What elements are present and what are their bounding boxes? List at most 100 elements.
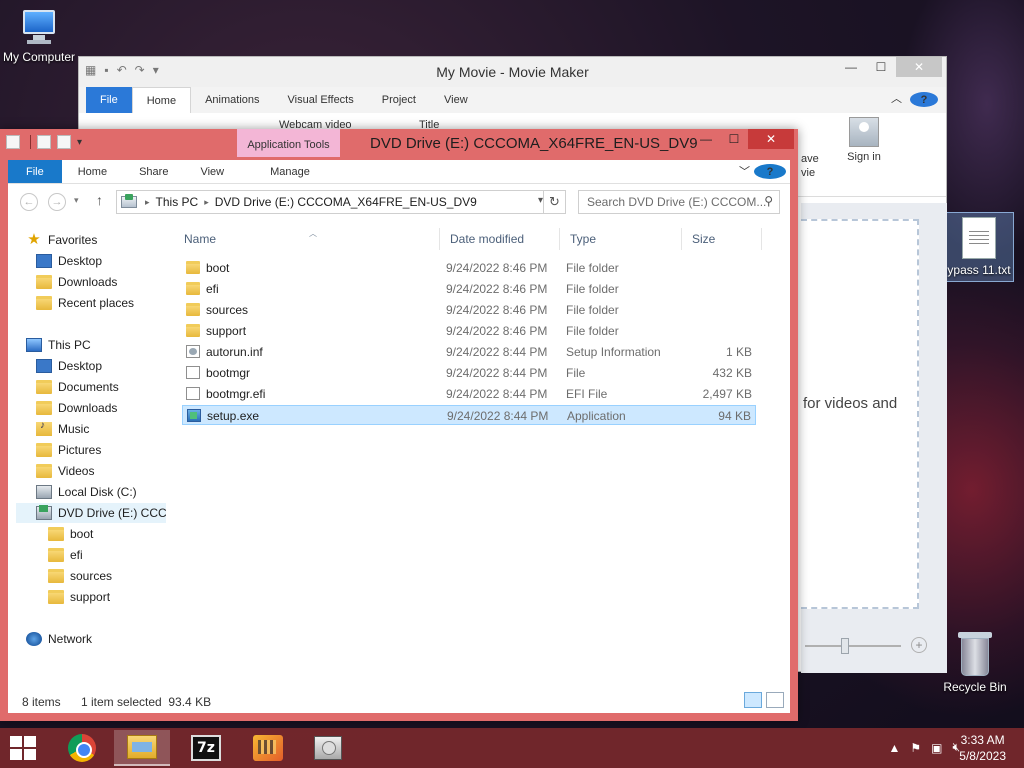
up-button[interactable]: ↑ <box>96 192 103 208</box>
save-movie-button-label-2[interactable]: vie <box>801 167 815 179</box>
window-controls: — ☐ ✕ <box>692 129 794 149</box>
folder-icon <box>48 527 64 541</box>
taskbar-chrome[interactable] <box>54 730 110 766</box>
file-type: Application <box>567 409 626 423</box>
tab-visual-effects[interactable]: Visual Effects <box>274 87 368 113</box>
file-row[interactable]: support 9/24/2022 8:46 PM File folder <box>182 321 756 341</box>
column-header-size[interactable]: Size <box>682 228 762 250</box>
tree-item[interactable]: Downloads <box>36 398 166 418</box>
tab-home[interactable]: Home <box>62 160 123 183</box>
tree-item[interactable]: Local Disk (C:) <box>36 482 166 502</box>
text-file-desktop-icon[interactable]: ypass 11.txt <box>944 212 1014 282</box>
breadcrumb-this-pc[interactable]: This PC <box>152 195 203 209</box>
tab-view[interactable]: View <box>430 87 482 113</box>
forward-button[interactable]: → <box>48 193 66 211</box>
action-center-flag-icon[interactable]: ⚑ <box>910 741 921 755</box>
properties-icon[interactable] <box>37 135 51 149</box>
tree-item[interactable]: DVD Drive (E:) CCCC <box>16 503 166 523</box>
column-header-name[interactable]: Name ︿ <box>174 228 440 250</box>
tab-file[interactable]: File <box>86 87 132 113</box>
start-button[interactable] <box>10 736 36 760</box>
tree-item[interactable]: Desktop <box>36 356 166 376</box>
tree-item[interactable]: ★ Favorites <box>26 230 166 250</box>
zoom-in-icon[interactable]: + <box>911 637 927 653</box>
minimize-button[interactable]: — <box>692 129 720 149</box>
tree-item[interactable]: support <box>48 587 166 607</box>
recent-locations-icon[interactable]: ▾ <box>74 195 79 206</box>
tab-share[interactable]: Share <box>123 160 184 183</box>
file-row[interactable]: autorun.inf 9/24/2022 8:44 PM Setup Inform… <box>182 342 756 362</box>
file-row[interactable]: sources 9/24/2022 8:46 PM File folder <box>182 300 756 320</box>
tree-item[interactable]: Documents <box>36 377 166 397</box>
tab-project[interactable]: Project <box>368 87 430 113</box>
tree-item[interactable]: Desktop <box>36 251 166 271</box>
help-icon[interactable]: ? <box>910 92 938 107</box>
show-hidden-icons-icon[interactable]: ▲ <box>888 741 900 755</box>
window-title: DVD Drive (E:) CCCOMA_X64FRE_EN-US_DV9 <box>370 135 698 152</box>
title-bar[interactable]: ▦ ▪ ↶ ↷ ▾ My Movie - Movie Maker — ☐ ✕ <box>79 57 946 87</box>
title-bar[interactable]: ▾ Application Tools DVD Drive (E:) CCCOM… <box>0 129 798 160</box>
minimize-button[interactable]: — <box>836 57 866 77</box>
maximize-button[interactable]: ☐ <box>720 129 748 149</box>
my-computer-desktop-icon[interactable]: My Computer <box>1 10 77 64</box>
tree-item[interactable]: Network <box>26 629 166 649</box>
close-button[interactable]: ✕ <box>896 57 942 77</box>
storyboard-drop-area[interactable] <box>801 219 919 609</box>
recycle-bin-desktop-icon[interactable]: Recycle Bin <box>937 632 1013 694</box>
search-input[interactable]: Search DVD Drive (E:) CCCOM... ⚲ <box>578 190 780 214</box>
network-icon[interactable]: ▣ <box>931 741 942 755</box>
new-folder-icon[interactable] <box>57 135 71 149</box>
tab-home[interactable]: Home <box>131 87 192 113</box>
details-view-icon[interactable] <box>744 692 762 708</box>
taskbar-dvd-drive[interactable] <box>300 730 356 766</box>
file-row[interactable]: efi 9/24/2022 8:46 PM File folder <box>182 279 756 299</box>
refresh-icon[interactable]: ↻ <box>543 191 565 213</box>
large-icons-view-icon[interactable] <box>766 692 784 708</box>
folder-icon <box>48 590 64 604</box>
tree-item[interactable]: boot <box>48 524 166 544</box>
file-name: support <box>206 324 247 338</box>
chevron-right-icon[interactable]: ▸ <box>143 197 152 208</box>
column-header-date-modified[interactable]: Date modified <box>440 228 560 250</box>
address-bar[interactable]: ▸ This PC ▸ DVD Drive (E:) CCCOMA_X64FRE… <box>116 190 566 214</box>
sign-in-button[interactable]: Sign in <box>839 117 889 163</box>
taskbar-file-explorer[interactable] <box>114 730 170 766</box>
tree-item[interactable]: Pictures <box>36 440 166 460</box>
maximize-button[interactable]: ☐ <box>866 57 896 77</box>
tab-manage[interactable]: Manage <box>240 160 340 183</box>
storyboard-pane[interactable] <box>801 203 947 673</box>
help-icon[interactable]: ? <box>754 164 786 179</box>
taskbar-7zip[interactable]: 7z <box>178 730 234 766</box>
zoom-slider-thumb[interactable] <box>841 638 849 654</box>
tab-application-tools[interactable]: Application Tools <box>237 129 340 157</box>
tab-view[interactable]: View <box>184 160 240 183</box>
save-movie-button-label[interactable]: ave <box>801 153 819 165</box>
column-header-type[interactable]: Type <box>560 228 682 250</box>
tab-animations[interactable]: Animations <box>191 87 273 113</box>
tree-item[interactable]: This PC <box>26 335 166 355</box>
tree-item[interactable]: efi <box>48 545 166 565</box>
tree-item[interactable]: Downloads <box>36 272 166 292</box>
file-row[interactable]: bootmgr.efi 9/24/2022 8:44 PM EFI File 2,49… <box>182 384 756 404</box>
tab-file[interactable]: File <box>8 160 62 183</box>
folder-icon <box>48 548 64 562</box>
desktop-icon <box>36 359 52 373</box>
zoom-slider[interactable]: + <box>801 635 947 659</box>
taskbar-movie-maker[interactable] <box>240 730 296 766</box>
tree-item[interactable]: sources <box>48 566 166 586</box>
file-row[interactable]: bootmgr 9/24/2022 8:44 PM File 432 KB <box>182 363 756 383</box>
tree-item[interactable]: Music <box>36 419 166 439</box>
window-controls: — ☐ ✕ <box>836 57 942 77</box>
search-icon[interactable]: ⚲ <box>764 194 773 208</box>
customize-qat-icon[interactable]: ▾ <box>77 137 82 148</box>
close-button[interactable]: ✕ <box>748 129 794 149</box>
tree-item[interactable]: Recent places <box>36 293 166 313</box>
file-explorer-window[interactable]: ▾ Application Tools DVD Drive (E:) CCCOM… <box>0 129 798 721</box>
tree-item[interactable]: Videos <box>36 461 166 481</box>
breadcrumb-dvd-drive[interactable]: DVD Drive (E:) CCCOMA_X64FRE_EN-US_DV9 <box>211 195 481 209</box>
clock[interactable]: 3:33 AM 5/8/2023 <box>959 732 1006 764</box>
chevron-right-icon[interactable]: ▸ <box>202 197 211 208</box>
back-button[interactable]: ← <box>20 193 38 211</box>
file-row[interactable]: boot 9/24/2022 8:46 PM File folder <box>182 258 756 278</box>
file-row[interactable]: setup.exe 9/24/2022 8:44 PM Application 94 … <box>182 405 756 425</box>
